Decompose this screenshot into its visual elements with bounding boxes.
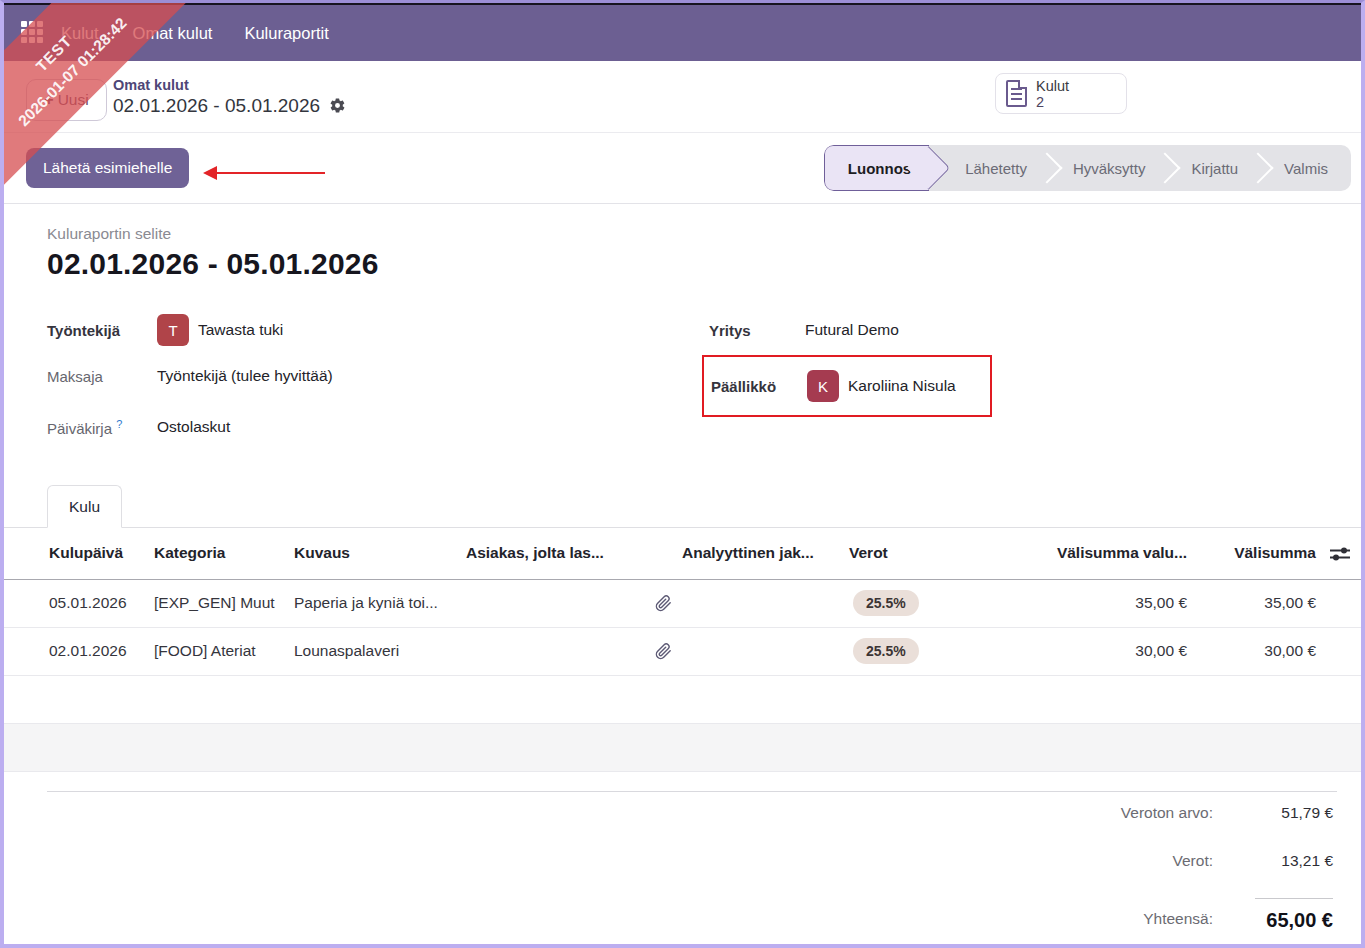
col-header-subtotal[interactable]: Välisumma	[1187, 528, 1319, 579]
col-header-category[interactable]: Kategoria	[154, 528, 294, 579]
tab-kulu[interactable]: Kulu	[47, 485, 122, 528]
manager-highlight-box: Päällikkö K Karoliina Nisula	[702, 355, 992, 417]
cell-subtotal: 35,00 €	[1187, 579, 1319, 627]
cell-subtotal: 30,00 €	[1187, 627, 1319, 675]
cell-category: [FOOD] Ateriat	[154, 627, 294, 675]
journal-field[interactable]: Ostolaskut	[157, 418, 230, 436]
untaxed-label: Veroton arvo:	[1121, 804, 1213, 822]
status-step-valmis[interactable]: Valmis	[1261, 145, 1351, 191]
company-field[interactable]: Futural Demo	[805, 321, 899, 339]
expense-row-1[interactable]: 05.01.2026 [EXP_GEN] Muut Paperia ja kyn…	[4, 579, 1361, 627]
status-step-hyvaksytty[interactable]: Hyväksytty	[1050, 145, 1169, 191]
paid-by-field[interactable]: Työntekijä (tulee hyvittää)	[157, 367, 333, 385]
new-button[interactable]: +Uusi	[26, 79, 107, 121]
nav-item-kuluraportit[interactable]: Kuluraportit	[244, 24, 328, 43]
col-header-customer[interactable]: Asiakas, jolta las...	[466, 528, 644, 579]
plus-icon: +	[44, 91, 53, 109]
col-header-attachment	[644, 528, 682, 579]
cell-taxes: 25.5%	[849, 627, 1014, 675]
col-header-analytic[interactable]: Analyyttinen jak...	[682, 528, 849, 579]
expense-lines-table: Kulupäivä Kategoria Kuvaus Asiakas, jolt…	[4, 528, 1361, 772]
taxes-label: Verot:	[1173, 852, 1214, 870]
untaxed-value: 51,79 €	[1213, 804, 1333, 822]
empty-row	[4, 675, 1361, 723]
nav-app-name[interactable]: Kulut	[61, 24, 99, 43]
totals-block: Veroton arvo: 51,79 € Verot: 13,21 € Yht…	[4, 792, 1361, 932]
control-panel: +Uusi Omat kulut 02.01.2026 - 05.01.2026…	[4, 61, 1361, 133]
cell-analytic	[682, 627, 849, 675]
breadcrumb-current: 02.01.2026 - 05.01.2026	[113, 94, 346, 117]
breadcrumb: Omat kulut 02.01.2026 - 05.01.2026	[113, 77, 346, 117]
cell-description: Paperia ja kyniä toi...	[294, 579, 466, 627]
cell-description: Lounaspalaveri	[294, 627, 466, 675]
company-label: Yritys	[709, 322, 805, 339]
report-title[interactable]: 02.01.2026 - 05.01.2026	[47, 247, 1316, 281]
manager-field[interactable]: K Karoliina Nisula	[807, 370, 956, 402]
col-header-description[interactable]: Kuvaus	[294, 528, 466, 579]
status-step-kirjattu[interactable]: Kirjattu	[1168, 145, 1261, 191]
apps-menu-icon[interactable]	[21, 21, 45, 45]
gear-icon[interactable]	[329, 97, 346, 114]
col-header-taxes[interactable]: Verot	[849, 528, 1014, 579]
tax-badge[interactable]: 25.5%	[853, 590, 919, 616]
empty-row-stripe	[4, 723, 1361, 771]
stat-button-label: Kulut	[1036, 78, 1069, 94]
cell-customer	[466, 627, 644, 675]
cell-category: [EXP_GEN] Muut	[154, 579, 294, 627]
manager-avatar: K	[807, 370, 839, 402]
paperclip-icon[interactable]	[644, 627, 682, 675]
status-step-luonnos[interactable]: Luonnos	[824, 145, 929, 191]
cell-analytic	[682, 579, 849, 627]
description-label: Kuluraportin selite	[47, 225, 1316, 243]
col-header-date[interactable]: Kulupäivä	[4, 528, 154, 579]
breadcrumb-parent[interactable]: Omat kulut	[113, 77, 346, 94]
optional-columns-icon[interactable]	[1330, 544, 1350, 561]
expenses-stat-button[interactable]: Kulut 2	[995, 73, 1127, 114]
total-value: 65,00 €	[1255, 898, 1333, 932]
paperclip-icon[interactable]	[644, 579, 682, 627]
help-icon: ?	[116, 418, 122, 430]
statusbar: Luonnos Lähetetty Hyväksytty Kirjattu Va…	[824, 145, 1351, 191]
cell-date: 02.01.2026	[4, 627, 154, 675]
taxes-value: 13,21 €	[1213, 852, 1333, 870]
tax-badge[interactable]: 25.5%	[853, 638, 919, 664]
expense-row-2[interactable]: 02.01.2026 [FOOD] Ateriat Lounaspalaveri…	[4, 627, 1361, 675]
manager-label: Päällikkö	[711, 378, 807, 395]
status-row: Lähetä esimiehelle Luonnos Lähetetty Hyv…	[4, 133, 1361, 204]
notebook-tabs: Kulu	[4, 485, 1361, 528]
journal-label: Päiväkirja ?	[47, 418, 157, 437]
cell-customer	[466, 579, 644, 627]
form-sheet: Kuluraportin selite 02.01.2026 - 05.01.2…	[4, 204, 1361, 932]
annotation-arrow	[203, 166, 325, 180]
cell-subtotal-currency: 30,00 €	[1014, 627, 1187, 675]
cell-date: 05.01.2026	[4, 579, 154, 627]
col-header-options	[1319, 528, 1361, 579]
stat-button-count: 2	[1036, 94, 1069, 110]
top-navbar: Kulut Omat kulut Kuluraportit	[4, 3, 1361, 61]
total-label: Yhteensä:	[1143, 910, 1213, 928]
page: Kulut Omat kulut Kuluraportit +Uusi Omat…	[0, 0, 1365, 948]
employee-label: Työntekijä	[47, 322, 157, 339]
cell-subtotal-currency: 35,00 €	[1014, 579, 1187, 627]
col-header-subtotal-currency[interactable]: Välisumma valu...	[1014, 528, 1187, 579]
paid-by-label: Maksaja	[47, 368, 157, 385]
nav-item-omat-kulut[interactable]: Omat kulut	[133, 24, 213, 43]
cell-taxes: 25.5%	[849, 579, 1014, 627]
send-to-manager-button[interactable]: Lähetä esimiehelle	[26, 148, 189, 188]
document-icon	[1006, 80, 1027, 107]
employee-avatar: T	[157, 314, 189, 346]
employee-field[interactable]: T Tawasta tuki	[157, 314, 283, 346]
